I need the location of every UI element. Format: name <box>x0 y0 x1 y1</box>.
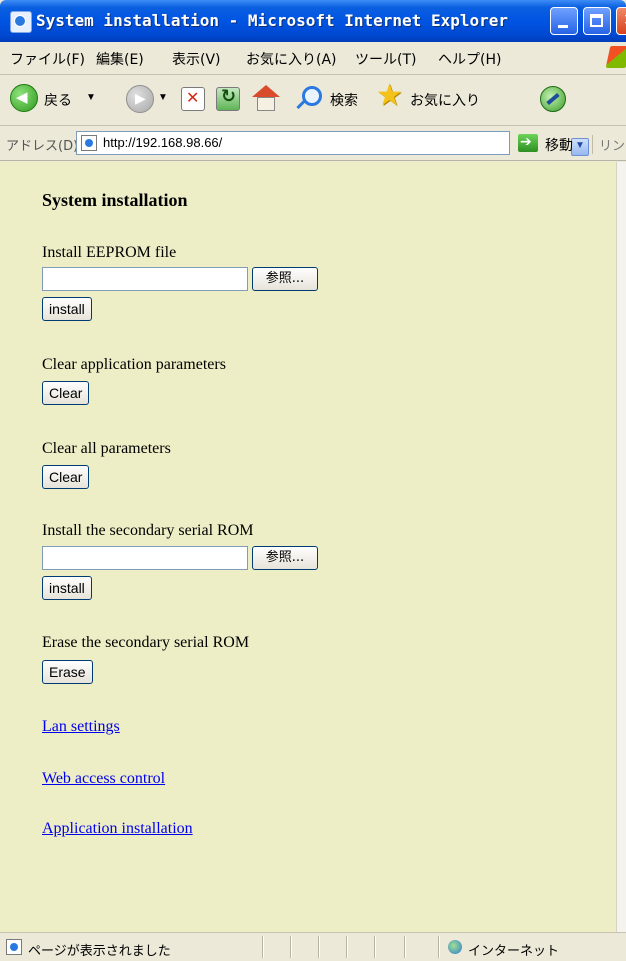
menu-favorites[interactable]: お気に入り(A) <box>246 49 337 69</box>
title-bar: System installation - Microsoft Internet… <box>0 0 626 42</box>
link-lan-settings[interactable]: Lan settings <box>42 718 120 736</box>
clear-app-params-label: Clear application parameters <box>42 356 226 373</box>
status-divider <box>346 936 348 958</box>
status-divider <box>438 936 440 958</box>
menu-tools[interactable]: ツール(T) <box>355 49 416 69</box>
security-zone-label: インターネット <box>468 944 560 959</box>
browser-window: System installation - Microsoft Internet… <box>0 0 626 961</box>
maximize-button[interactable] <box>583 7 611 35</box>
page-done-icon <box>6 939 22 955</box>
status-divider <box>318 936 320 958</box>
internet-globe-icon <box>448 940 462 954</box>
eeprom-install-button[interactable]: install <box>42 297 92 321</box>
back-button-label[interactable]: 戻る <box>44 90 72 110</box>
window-title: System installation - Microsoft Internet… <box>36 11 509 30</box>
erase-rom-button[interactable]: Erase <box>42 660 93 684</box>
secondary-rom-file-input[interactable] <box>42 546 248 570</box>
refresh-icon[interactable] <box>216 86 240 111</box>
close-button[interactable] <box>616 7 626 35</box>
home-icon[interactable] <box>252 85 280 113</box>
page-content: System installation Install EEPROM file … <box>0 162 616 932</box>
menu-view[interactable]: 表示(V) <box>172 49 221 69</box>
status-bar: ページが表示されました インターネット <box>0 932 626 961</box>
minimize-button[interactable] <box>550 7 578 35</box>
stop-icon[interactable] <box>181 87 205 111</box>
windows-logo-icon <box>605 46 626 68</box>
media-icon[interactable] <box>540 86 566 112</box>
go-arrow-icon[interactable] <box>518 134 538 152</box>
link-web-access-control[interactable]: Web access control <box>42 770 165 788</box>
eeprom-file-input[interactable] <box>42 267 248 291</box>
clear-all-params-button[interactable]: Clear <box>42 465 90 489</box>
address-bar: アドレス(D) http://192.168.98.66/ 移動 リンク <box>0 126 626 161</box>
forward-dropdown-icon[interactable]: ▼ <box>158 92 168 103</box>
erase-rom-label: Erase the secondary serial ROM <box>42 634 250 651</box>
clear-all-params-label: Clear all parameters <box>42 440 171 457</box>
status-text: ページが表示されました <box>28 944 171 959</box>
menu-file[interactable]: ファイル(F) <box>10 49 85 69</box>
toolbar: 戻る ▼ ▼ 検索 ★ お気に入り <box>0 75 626 126</box>
menu-help[interactable]: ヘルプ(H) <box>438 49 501 69</box>
search-button-label[interactable]: 検索 <box>330 90 358 110</box>
address-dropdown-icon[interactable] <box>571 138 589 156</box>
favorites-star-icon[interactable]: ★ <box>376 81 403 111</box>
links-label[interactable]: リンク <box>592 135 626 154</box>
install-eeprom-label: Install EEPROM file <box>42 244 177 261</box>
forward-arrow-icon[interactable] <box>126 85 154 113</box>
address-input[interactable]: http://192.168.98.66/ <box>76 131 589 156</box>
menu-bar: ファイル(F) 編集(E) 表示(V) お気に入り(A) ツール(T) ヘルプ(… <box>0 42 626 75</box>
secondary-rom-label: Install the secondary serial ROM <box>42 522 254 539</box>
status-divider <box>404 936 406 958</box>
menu-edit[interactable]: 編集(E) <box>96 49 144 69</box>
vertical-scrollbar[interactable] <box>616 162 626 932</box>
address-url[interactable]: http://192.168.98.66/ <box>103 135 222 150</box>
status-divider <box>290 936 292 958</box>
go-button-label[interactable]: 移動 <box>545 135 573 155</box>
eeprom-browse-button[interactable]: 参照... <box>252 267 318 291</box>
secondary-rom-browse-button[interactable]: 参照... <box>252 546 318 570</box>
back-dropdown-icon[interactable]: ▼ <box>86 92 96 103</box>
favorites-button-label[interactable]: お気に入り <box>410 90 480 110</box>
status-divider <box>262 936 264 958</box>
address-label: アドレス(D) <box>6 139 79 154</box>
page-title: System installation <box>42 190 188 210</box>
secondary-rom-install-button[interactable]: install <box>42 576 92 600</box>
ie-logo-icon <box>10 11 32 33</box>
search-icon[interactable] <box>302 86 322 106</box>
page-icon <box>81 135 97 151</box>
clear-app-params-button[interactable]: Clear <box>42 381 90 405</box>
link-application-installation[interactable]: Application installation <box>42 820 193 838</box>
back-arrow-icon[interactable] <box>10 84 38 112</box>
status-divider <box>374 936 376 958</box>
